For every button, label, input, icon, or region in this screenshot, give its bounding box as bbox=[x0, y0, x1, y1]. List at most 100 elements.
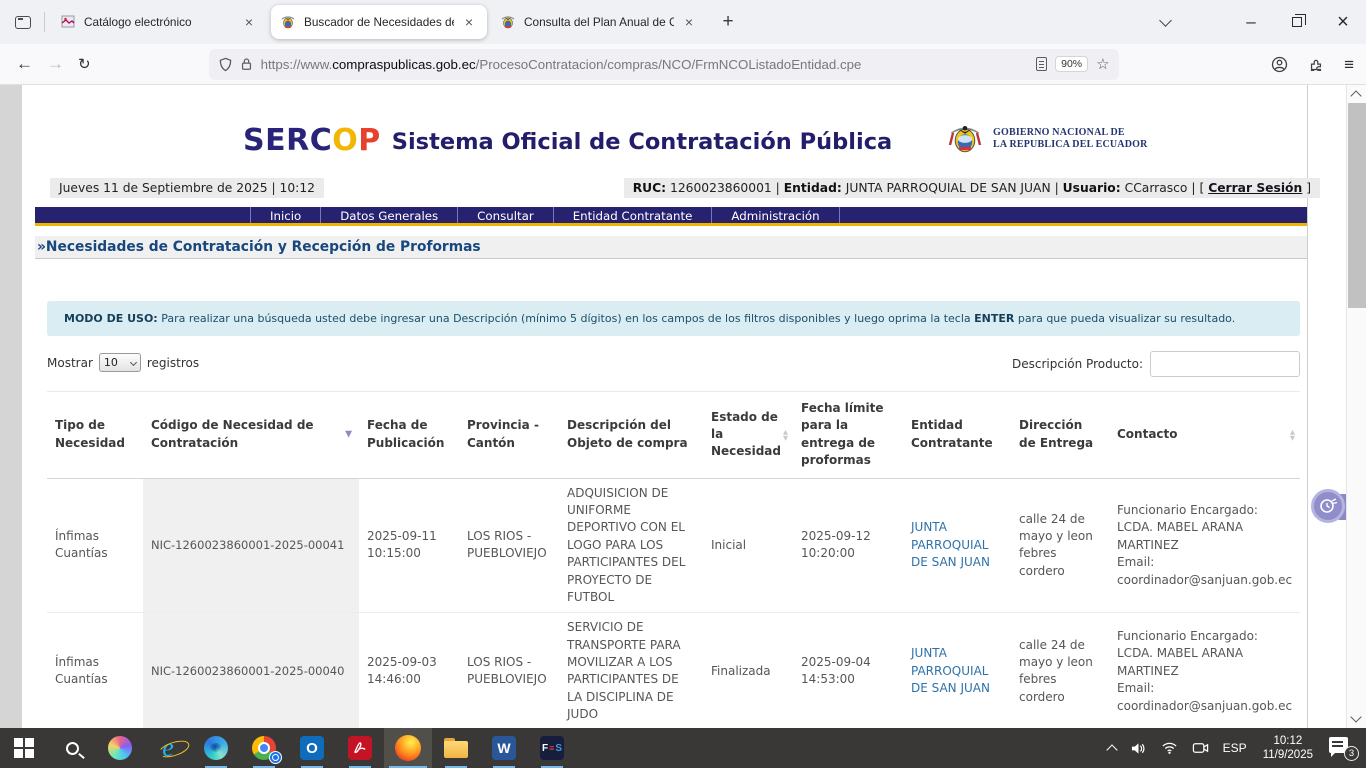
volume-button[interactable] bbox=[1125, 728, 1152, 768]
taskbar-search-button[interactable] bbox=[48, 728, 96, 768]
col-estado-necesidad[interactable]: Estado de la Necesidad▲▼ bbox=[703, 392, 793, 479]
scrollbar-thumb[interactable] bbox=[1348, 103, 1366, 308]
notification-center-button[interactable]: 3 bbox=[1324, 728, 1364, 768]
floating-timer-widget[interactable] bbox=[1311, 489, 1347, 525]
tray-expand-button[interactable] bbox=[1103, 728, 1121, 768]
taskbar-outlook-button[interactable]: O bbox=[288, 728, 336, 768]
forward-button[interactable]: → bbox=[47, 54, 64, 74]
taskbar-fes-button[interactable]: F≡S bbox=[528, 728, 576, 768]
taskbar-word-button[interactable]: W bbox=[480, 728, 528, 768]
tab-title: Buscador de Necesidades de Co bbox=[304, 15, 454, 29]
cell-fecha-publicacion: 2025-09-11 10:15:00 bbox=[359, 478, 459, 613]
usuario-label: Usuario: bbox=[1063, 181, 1121, 195]
col-codigo[interactable]: Código de Necesidad de Contratación ▼ bbox=[143, 392, 359, 479]
sort-desc-icon[interactable]: ▼ bbox=[345, 428, 352, 441]
header-label: Descripción del Objeto de compra bbox=[567, 418, 688, 449]
taskbar-clock[interactable]: 10:12 11/9/2025 bbox=[1256, 734, 1320, 762]
tab-close-icon[interactable]: × bbox=[240, 14, 258, 30]
windows-taskbar: e O W F≡S ESP 10:12 11/9/2025 3 bbox=[0, 728, 1366, 768]
usage-note-text-end: para que pueda visualizar su resultado. bbox=[1014, 312, 1235, 325]
nav-item-entidad-contratante[interactable]: Entidad Contratante bbox=[553, 207, 712, 223]
col-tipo-necesidad[interactable]: Tipo de Necesidad bbox=[47, 392, 143, 479]
restore-button[interactable] bbox=[1274, 0, 1320, 44]
cell-entidad: JUNTA PARROQUIAL DE SAN JUAN bbox=[903, 478, 1011, 613]
meet-now-button[interactable] bbox=[1187, 728, 1214, 768]
tab-buscador-necesidades[interactable]: Buscador de Necesidades de Co × bbox=[271, 5, 487, 39]
government-logo: GOBIERNO NACIONAL DE LA REPUBLICA DEL EC… bbox=[945, 121, 1148, 157]
start-button[interactable] bbox=[0, 728, 48, 768]
col-descripcion-objeto[interactable]: Descripción del Objeto de compra bbox=[559, 392, 703, 479]
col-direccion-entrega[interactable]: Dirección de Entrega bbox=[1011, 392, 1109, 479]
usuario-value: CCarrasco bbox=[1125, 181, 1188, 195]
entity-link[interactable]: JUNTA PARROQUIAL DE SAN JUAN bbox=[911, 520, 990, 569]
col-contacto[interactable]: Contacto▲▼ bbox=[1109, 392, 1300, 479]
address-bar[interactable]: https://www.compraspublicas.gob.ec/Proce… bbox=[209, 49, 1119, 80]
taskbar-acrobat-button[interactable] bbox=[336, 728, 384, 768]
wifi-icon bbox=[1161, 741, 1178, 755]
back-button[interactable]: ← bbox=[16, 54, 33, 74]
minimize-button[interactable]: – bbox=[1228, 0, 1274, 44]
close-window-button[interactable]: × bbox=[1320, 0, 1366, 44]
firefox-view-button[interactable] bbox=[8, 8, 38, 36]
reader-mode-icon[interactable] bbox=[1036, 57, 1047, 71]
tab-close-icon[interactable]: × bbox=[680, 14, 698, 30]
taskbar-firefox-button[interactable] bbox=[384, 728, 432, 768]
copilot-icon bbox=[108, 736, 132, 760]
tab-consulta-plan-anual[interactable]: Consulta del Plan Anual de Con × bbox=[491, 5, 707, 39]
nav-item-inicio[interactable]: Inicio bbox=[250, 207, 320, 223]
scroll-up-icon[interactable] bbox=[1350, 90, 1361, 101]
taskbar-ie-button[interactable]: e bbox=[144, 728, 192, 768]
sort-icon[interactable]: ▲▼ bbox=[783, 429, 788, 441]
col-fecha-publicacion[interactable]: Fecha de Publicación bbox=[359, 392, 459, 479]
tab-catalogo[interactable]: Catálogo electrónico × bbox=[51, 5, 267, 39]
session-bar: RUC: 1260023860001 | Entidad: JUNTA PARR… bbox=[624, 178, 1320, 198]
col-fecha-limite[interactable]: Fecha límite para la entrega de proforma… bbox=[793, 392, 903, 479]
network-button[interactable] bbox=[1156, 728, 1183, 768]
sort-icon[interactable]: ▲▼ bbox=[1290, 429, 1295, 441]
cell-contacto: Funcionario Encargado: LCDA. MABEL ARANA… bbox=[1109, 613, 1300, 728]
reload-button[interactable]: ↻ bbox=[78, 55, 91, 73]
search-icon bbox=[66, 742, 79, 755]
product-description-input[interactable] bbox=[1150, 351, 1300, 377]
taskbar-explorer-button[interactable] bbox=[432, 728, 480, 768]
nav-item-administracion[interactable]: Administración bbox=[711, 207, 838, 223]
header-label: Estado de la Necesidad bbox=[711, 410, 781, 459]
nav-item-datos-generales[interactable]: Datos Generales bbox=[320, 207, 457, 223]
extensions-icon[interactable] bbox=[1308, 57, 1324, 73]
language-indicator[interactable]: ESP bbox=[1218, 728, 1252, 768]
nav-item-consultar[interactable]: Consultar bbox=[457, 207, 553, 223]
header-label: Código de Necesidad de Contratación bbox=[151, 418, 314, 449]
zoom-level-badge[interactable]: 90% bbox=[1055, 56, 1088, 72]
outlook-icon: O bbox=[300, 736, 324, 760]
list-all-tabs-button[interactable] bbox=[1148, 5, 1182, 39]
shield-icon[interactable] bbox=[218, 57, 233, 72]
usage-note-enter: ENTER bbox=[974, 312, 1014, 325]
word-icon: W bbox=[492, 736, 516, 760]
new-tab-button[interactable]: + bbox=[713, 7, 743, 37]
tab-close-icon[interactable]: × bbox=[460, 14, 478, 30]
show-records-control: Mostrar 10 registros bbox=[47, 353, 199, 372]
ruc-value: 1260023860001 bbox=[670, 181, 772, 195]
main-navigation: Inicio Datos Generales Consultar Entidad… bbox=[35, 207, 1307, 226]
taskbar-edge-button[interactable] bbox=[192, 728, 240, 768]
cell-provincia: LOS RIOS - PUEBLOVIEJO bbox=[459, 613, 559, 728]
needs-table: Tipo de Necesidad Código de Necesidad de… bbox=[47, 391, 1300, 728]
entity-link[interactable]: JUNTA PARROQUIAL DE SAN JUAN bbox=[911, 646, 990, 695]
menu-hamburger-icon[interactable]: ≡ bbox=[1344, 55, 1354, 75]
url-protocol: https://www. bbox=[261, 57, 333, 72]
fes-bars: ≡ bbox=[549, 743, 554, 753]
account-icon[interactable] bbox=[1271, 56, 1288, 73]
logout-link[interactable]: Cerrar Sesión bbox=[1208, 181, 1302, 195]
nav-separator bbox=[839, 207, 840, 223]
col-entidad-contratante[interactable]: Entidad Contratante bbox=[903, 392, 1011, 479]
bookmark-star-icon[interactable]: ☆ bbox=[1096, 55, 1109, 73]
lock-icon[interactable] bbox=[240, 57, 253, 71]
taskbar-chrome-button[interactable] bbox=[240, 728, 288, 768]
scroll-down-icon[interactable] bbox=[1350, 711, 1361, 722]
clock-date: 11/9/2025 bbox=[1263, 748, 1313, 762]
taskbar-copilot-button[interactable] bbox=[96, 728, 144, 768]
table-row: Ínfimas Cuantías NIC-1260023860001-2025-… bbox=[47, 613, 1300, 728]
col-provincia-canton[interactable]: Provincia - Cantón bbox=[459, 392, 559, 479]
vertical-scrollbar[interactable] bbox=[1346, 85, 1366, 728]
records-per-page-select[interactable]: 10 bbox=[99, 353, 141, 372]
